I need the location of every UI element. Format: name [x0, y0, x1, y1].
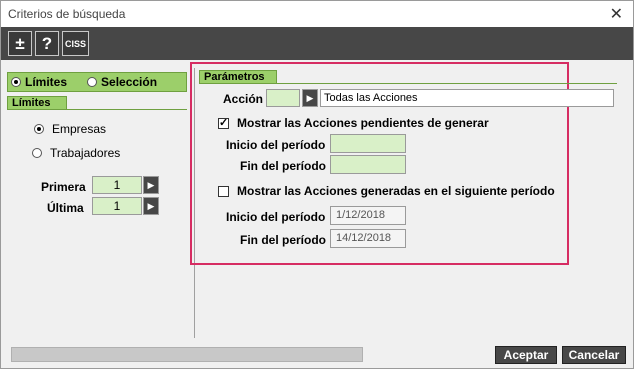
fin-periodo-label: Fin del período: [240, 159, 326, 173]
accion-description-field[interactable]: Todas las Acciones: [320, 89, 614, 107]
ultima-input[interactable]: 1: [92, 197, 142, 215]
limites-tab: Límites: [7, 96, 67, 110]
radio-icon[interactable]: [34, 124, 44, 134]
check-pendientes-label: Mostrar las Acciones pendientes de gener…: [237, 116, 489, 130]
title-bar: Criterios de búsqueda ✕: [0, 0, 634, 27]
close-icon[interactable]: ✕: [610, 4, 623, 24]
inicio-periodo-2-label: Inicio del período: [226, 210, 326, 224]
radio-icon[interactable]: [87, 77, 98, 87]
inicio-periodo-input[interactable]: [330, 134, 406, 153]
divider: [199, 83, 617, 84]
fin-periodo-2-input[interactable]: 14/12/2018: [330, 229, 406, 248]
fin-periodo-2-label: Fin del período: [240, 233, 326, 247]
accion-label: Acción: [223, 92, 264, 106]
mode-selector: Límites Selección: [7, 72, 187, 92]
fin-periodo-input[interactable]: [330, 155, 406, 174]
parametros-tab: Parámetros: [199, 70, 277, 84]
expand-collapse-button[interactable]: ±: [8, 31, 32, 56]
help-button[interactable]: ?: [35, 31, 59, 56]
primera-spin-icon[interactable]: ▶: [143, 176, 159, 194]
radio-trabajadores-label: Trabajadores: [50, 146, 121, 160]
progress-bar: [11, 347, 363, 362]
mode-option-seleccion-label: Selección: [101, 75, 158, 89]
check-generadas[interactable]: Mostrar las Acciones generadas en el sig…: [218, 184, 555, 198]
mode-option-limites[interactable]: Límites: [11, 75, 67, 89]
radio-icon[interactable]: [11, 77, 21, 87]
window-title: Criterios de búsqueda: [8, 7, 126, 21]
ciss-button[interactable]: CISS: [62, 31, 89, 56]
divider: [7, 109, 187, 110]
mode-option-limites-label: Límites: [25, 75, 68, 89]
ultima-spin-icon[interactable]: ▶: [143, 197, 159, 215]
dialog-content: Límites Selección Límites Empresas Traba…: [0, 60, 634, 369]
radio-empresas-label: Empresas: [52, 122, 107, 136]
check-generadas-label: Mostrar las Acciones generadas en el sig…: [237, 184, 555, 198]
radio-trabajadores[interactable]: Trabajadores: [32, 146, 120, 160]
accept-button[interactable]: Aceptar: [495, 346, 557, 364]
cancel-button[interactable]: Cancelar: [562, 346, 626, 364]
inicio-periodo-2-input[interactable]: 1/12/2018: [330, 206, 406, 225]
primera-input[interactable]: 1: [92, 176, 142, 194]
accion-spin-icon[interactable]: ▶: [302, 89, 318, 107]
checkbox-icon[interactable]: [218, 116, 229, 129]
primera-label: Primera: [41, 180, 86, 194]
toolbar: ± ? CISS: [0, 27, 634, 60]
mode-option-seleccion[interactable]: Selección: [87, 75, 157, 89]
radio-empresas[interactable]: Empresas: [34, 122, 106, 136]
checkbox-icon[interactable]: [218, 185, 229, 197]
inicio-periodo-label: Inicio del período: [226, 138, 326, 152]
check-pendientes[interactable]: Mostrar las Acciones pendientes de gener…: [218, 116, 489, 130]
accion-code-input[interactable]: [266, 89, 300, 107]
radio-icon[interactable]: [32, 148, 42, 158]
ultima-label: Última: [47, 201, 84, 215]
